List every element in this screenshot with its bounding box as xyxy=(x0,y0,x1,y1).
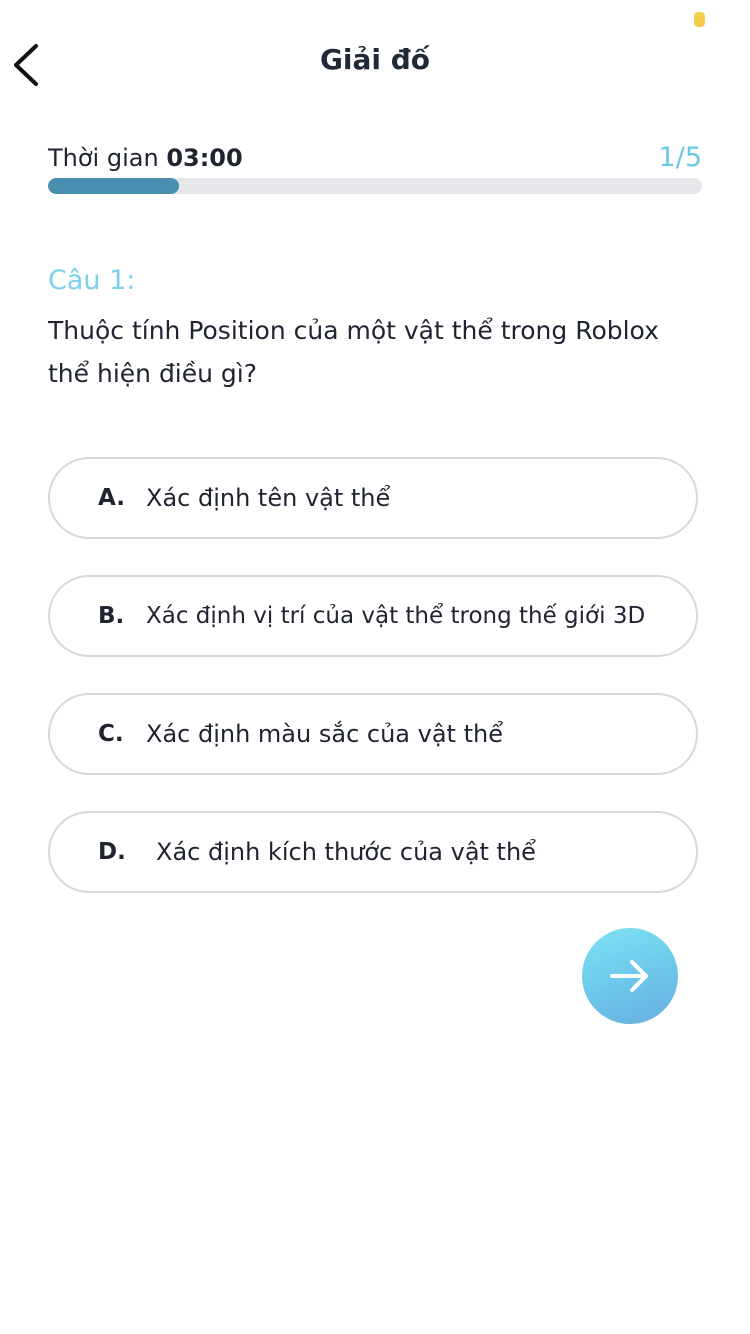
next-button[interactable] xyxy=(582,928,678,1024)
answer-text: Xác định tên vật thể xyxy=(146,484,391,512)
answer-option-b[interactable]: B. Xác định vị trí của vật thể trong thế… xyxy=(48,575,698,657)
answer-text: Xác định vị trí của vật thể trong thế gi… xyxy=(146,603,646,629)
progress-bar xyxy=(48,178,702,194)
progress-fill xyxy=(48,178,179,194)
answer-letter: C. xyxy=(98,721,124,747)
answer-letter: B. xyxy=(98,603,125,629)
timer-row: Thời gian 03:00 1/5 xyxy=(48,140,702,176)
timer-value: 03:00 xyxy=(166,144,243,172)
answer-text: Xác định kích thước của vật thể xyxy=(156,838,536,866)
timer-label: Thời gian xyxy=(48,144,167,172)
answer-letter: D. xyxy=(98,839,126,865)
answer-option-c[interactable]: C. Xác định màu sắc của vật thể xyxy=(48,693,698,775)
question-counter: 1/5 xyxy=(658,142,702,173)
answer-option-d[interactable]: D. Xác định kích thước của vật thể xyxy=(48,811,698,893)
page-title: Giải đố xyxy=(319,43,431,76)
question-number: Câu 1: xyxy=(48,265,136,296)
header: Giải đố xyxy=(0,20,750,100)
answer-letter: A. xyxy=(98,485,125,511)
arrow-right-icon xyxy=(610,960,648,992)
question-text: Thuộc tính Position của một vật thể tron… xyxy=(48,316,659,388)
answer-text: Xác định màu sắc của vật thể xyxy=(146,720,503,748)
answer-option-a[interactable]: A. Xác định tên vật thể xyxy=(48,457,698,539)
